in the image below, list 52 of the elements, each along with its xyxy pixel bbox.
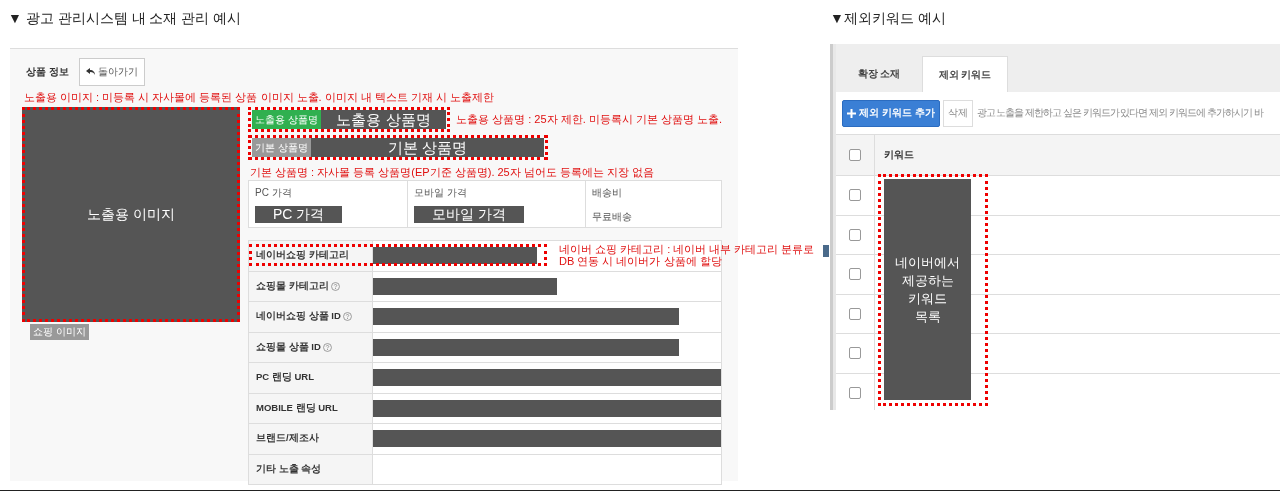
attribute-label: 기타 노출 속성 xyxy=(256,462,322,476)
column-header: 키워드 xyxy=(884,148,914,162)
help-icon[interactable] xyxy=(322,342,332,352)
field-tag: 노출용 상품명 xyxy=(252,110,321,129)
tab[interactable]: 제외 키워드 xyxy=(922,56,1008,92)
price-label: PC 가격 xyxy=(255,186,293,200)
plus-icon xyxy=(847,108,856,118)
attribute-label: 쇼핑몰 상품 ID xyxy=(256,340,321,354)
hint-text: 광고 노출을 제한하고 싶은 키워드가 있다면 제외 키워드에 추가하시기 바 xyxy=(976,106,1263,120)
redacted-field: 모바일 가격 xyxy=(414,206,524,223)
section-heading: ▼제외키워드 예시 xyxy=(830,9,947,28)
annotation-text: 노출용 상품명 : 25자 제한. 미등록시 기본 상품명 노출. xyxy=(456,112,722,127)
back-button[interactable]: 돌아가기 xyxy=(78,58,145,86)
attribute-label: 브랜드/제조사 xyxy=(256,432,319,446)
price-label: 배송비 xyxy=(592,186,623,200)
overlay-text: 네이버에서 xyxy=(895,253,960,272)
redacted-field: 노출용 상품명 xyxy=(320,110,447,129)
tab-label: 상품 정보 xyxy=(26,65,69,79)
return-arrow-icon xyxy=(85,68,96,76)
overlay-text: 제공하는 xyxy=(901,271,954,290)
section-heading: ▼ 광고 관리시스템 내 소재 관리 예시 xyxy=(7,9,243,28)
attribute-label: MOBILE 랜딩 URL xyxy=(256,401,338,415)
field-tag: 기본 상품명 xyxy=(252,138,311,157)
annotation-text: 노출용 이미지 : 미등록 시 자사몰에 등록된 상품 이미지 노출. 이미지 내 텍스트 기재 시 노출제한 xyxy=(23,90,495,105)
attribute-label: 쇼핑몰 카테고리 xyxy=(256,279,329,293)
tab[interactable]: 확장 소재 xyxy=(836,56,922,92)
annotation-text: 네이버 쇼핑 카테고리 : 네이버 내부 카테고리 분류로 xyxy=(559,243,815,255)
annotation-text: 기본 상품명 : 자사몰 등록 상품명(EP기준 상품명). 25자 넘어도 등록에는 지장 없음 xyxy=(250,165,655,180)
attribute-label: 네이버쇼핑 상품 ID xyxy=(256,310,341,324)
selection-mark xyxy=(823,245,829,257)
redacted-field: PC 가격 xyxy=(255,206,343,223)
delete-button[interactable]: 삭제 xyxy=(942,99,973,127)
help-icon[interactable] xyxy=(342,312,352,322)
attribute-label: PC 랜딩 URL xyxy=(256,371,314,385)
checkbox[interactable] xyxy=(849,386,861,399)
attribute-label: 네이버쇼핑 카테고리 xyxy=(256,249,349,263)
image-placeholder-label: 노출용 이미지 xyxy=(87,205,175,224)
checkbox[interactable] xyxy=(849,307,861,320)
help-icon[interactable] xyxy=(330,281,340,291)
checkbox[interactable] xyxy=(849,347,861,360)
checkbox[interactable] xyxy=(849,189,861,202)
image-caption: 쇼핑 이미지 xyxy=(30,324,89,340)
annotation-text: DB 연동 시 네이버가 상품에 할당 xyxy=(559,255,723,267)
add-keyword-button[interactable]: 제외 키워드 추가 xyxy=(842,99,940,127)
overlay-text: 목록 xyxy=(914,307,941,326)
checkbox[interactable] xyxy=(849,149,861,161)
checkbox[interactable] xyxy=(849,268,861,281)
checkbox[interactable] xyxy=(849,228,861,241)
price-label: 모바일 가격 xyxy=(414,186,468,200)
overlay-text: 키워드 xyxy=(908,289,947,308)
price-value: 무료배송 xyxy=(592,210,633,224)
redacted-field: 기본 상품명 xyxy=(310,138,544,157)
